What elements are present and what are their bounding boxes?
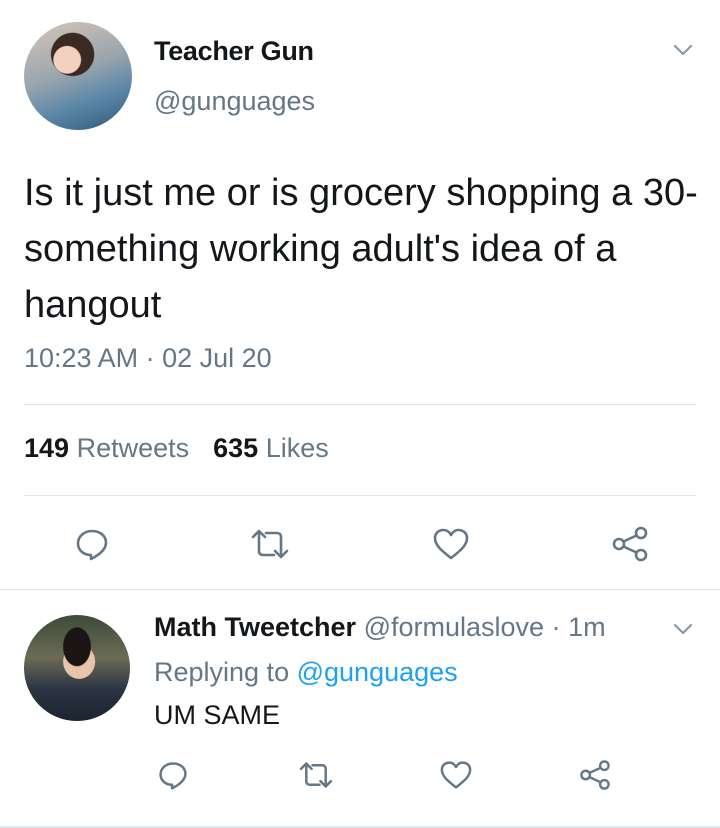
reply-share-button[interactable]	[576, 756, 614, 794]
reply-text: UM SAME	[154, 700, 281, 730]
author-handle[interactable]: @gunguages	[154, 86, 315, 117]
tweet-text: Is it just me or is grocery shopping a 3…	[24, 172, 698, 326]
reply-button[interactable]	[72, 524, 112, 564]
reply-author-handle[interactable]: @formulaslove	[364, 612, 544, 642]
replying-handle-link[interactable]: @gunguages	[297, 657, 458, 687]
retweets-count: 149	[24, 433, 70, 463]
replying-prefix: Replying to	[154, 657, 290, 687]
retweet-icon	[251, 529, 289, 559]
reply-like-button[interactable]	[437, 758, 475, 792]
author-avatar[interactable]	[24, 22, 132, 130]
chevron-down-icon[interactable]	[671, 38, 695, 62]
reply-author-name[interactable]: Math Tweetcher	[154, 612, 356, 642]
reply-reply-button[interactable]	[155, 757, 191, 793]
tweet-timestamp: 10:23 AM · 02 Jul 20	[24, 343, 272, 373]
like-button[interactable]	[430, 524, 472, 564]
share-icon	[580, 760, 610, 790]
retweet-icon	[299, 762, 333, 788]
retweet-button[interactable]	[248, 524, 292, 564]
reply-retweet-button[interactable]	[296, 758, 336, 792]
likes-stat[interactable]: 635 Likes	[213, 433, 329, 463]
retweets-stat[interactable]: 149 Retweets	[24, 433, 189, 463]
like-icon	[433, 528, 469, 560]
reply-time: 1m	[568, 612, 606, 642]
share-icon	[612, 526, 648, 562]
tweet-stats: 149 Retweets 635 Likes	[24, 433, 329, 464]
divider	[24, 404, 696, 405]
author-name[interactable]: Teacher Gun	[154, 36, 314, 67]
reply-header: Math Tweetcher @formulaslove · 1m	[154, 612, 606, 643]
reply-icon	[159, 762, 187, 790]
retweets-label: Retweets	[76, 433, 190, 463]
divider	[24, 495, 696, 496]
likes-count: 635	[213, 433, 259, 463]
tweet-separator	[0, 589, 720, 590]
reply-icon	[76, 529, 108, 561]
replying-to: Replying to @gunguages	[154, 657, 458, 688]
like-icon	[440, 761, 472, 789]
likes-label: Likes	[265, 433, 329, 463]
reply-author-avatar[interactable]	[24, 615, 130, 721]
chevron-down-icon[interactable]	[671, 617, 695, 641]
share-button[interactable]	[608, 522, 652, 566]
separator-dot: ·	[551, 612, 561, 642]
